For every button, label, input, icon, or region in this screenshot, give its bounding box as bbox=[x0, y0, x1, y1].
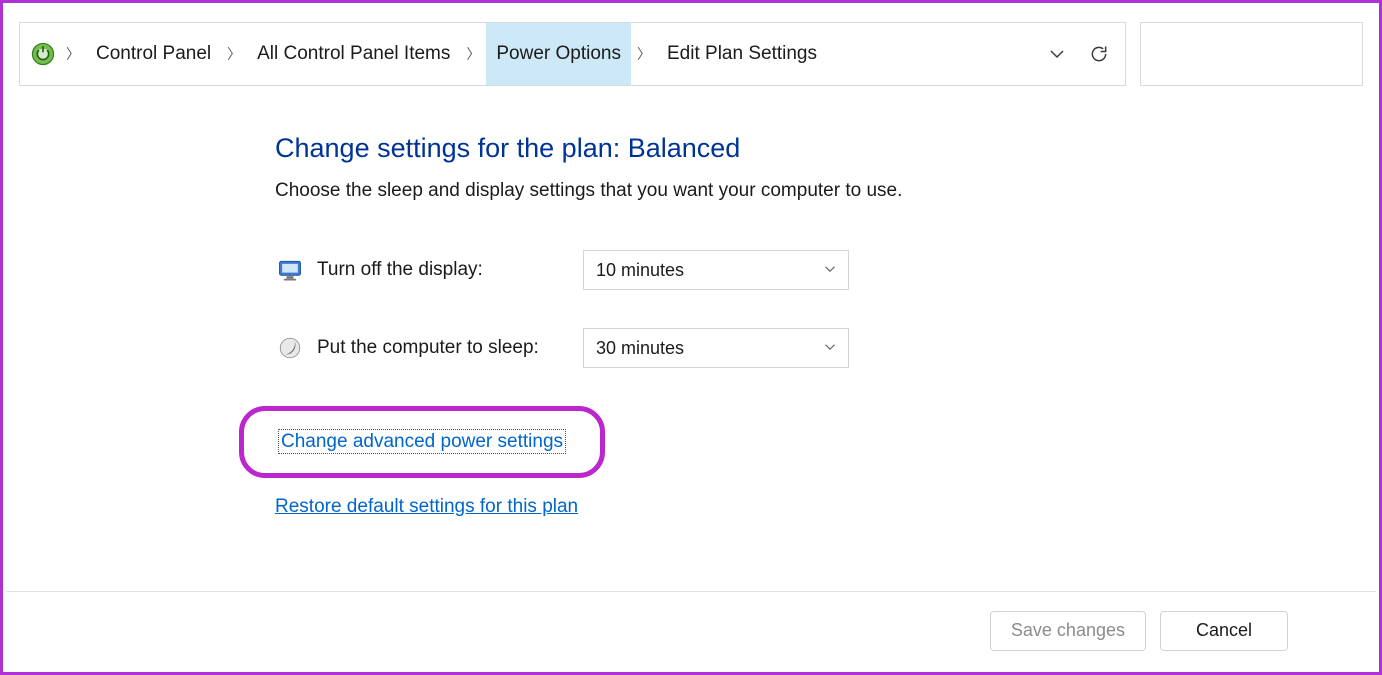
sleep-label: Put the computer to sleep: bbox=[317, 337, 583, 359]
breadcrumb: 〉 Control Panel 〉 All Control Panel Item… bbox=[19, 22, 1126, 86]
breadcrumb-item-edit-plan[interactable]: Edit Plan Settings bbox=[657, 23, 827, 85]
cancel-button[interactable]: Cancel bbox=[1160, 611, 1288, 651]
chevron-right-icon[interactable]: 〉 bbox=[62, 44, 84, 64]
page-title: Change settings for the plan: Balanced bbox=[275, 133, 1339, 164]
footer-bar: Save changes Cancel bbox=[6, 591, 1376, 669]
chevron-right-icon[interactable]: 〉 bbox=[633, 44, 655, 64]
save-changes-button[interactable]: Save changes bbox=[990, 611, 1146, 651]
chevron-right-icon[interactable]: 〉 bbox=[223, 44, 245, 64]
chevron-down-icon bbox=[824, 341, 836, 356]
search-box[interactable] bbox=[1140, 22, 1363, 86]
refresh-button[interactable] bbox=[1079, 44, 1119, 64]
change-advanced-link[interactable]: Change advanced power settings bbox=[278, 429, 566, 454]
monitor-icon bbox=[275, 255, 305, 285]
sleep-select[interactable]: 30 minutes bbox=[583, 328, 849, 368]
annotation-highlight: Change advanced power settings bbox=[239, 406, 605, 478]
breadcrumb-item-control-panel[interactable]: Control Panel bbox=[86, 23, 221, 85]
chevron-right-icon[interactable]: 〉 bbox=[462, 44, 484, 64]
address-bar: 〉 Control Panel 〉 All Control Panel Item… bbox=[19, 22, 1363, 86]
breadcrumb-item-all-items[interactable]: All Control Panel Items bbox=[247, 23, 460, 85]
links-area: Change advanced power settings Restore d… bbox=[275, 406, 1339, 518]
display-off-select[interactable]: 10 minutes bbox=[583, 250, 849, 290]
content-area: Change settings for the plan: Balanced C… bbox=[275, 123, 1339, 518]
chevron-down-icon bbox=[824, 263, 836, 278]
breadcrumb-item-power-options[interactable]: Power Options bbox=[486, 23, 631, 85]
address-history-button[interactable] bbox=[1037, 46, 1077, 62]
setting-row-sleep: Put the computer to sleep: 30 minutes bbox=[275, 328, 1339, 368]
restore-defaults-link[interactable]: Restore default settings for this plan bbox=[275, 496, 578, 518]
power-options-icon bbox=[30, 41, 56, 67]
moon-icon bbox=[275, 333, 305, 363]
page-subtitle: Choose the sleep and display settings th… bbox=[275, 180, 1339, 202]
setting-row-display: Turn off the display: 10 minutes bbox=[275, 250, 1339, 290]
display-off-label: Turn off the display: bbox=[317, 259, 583, 281]
